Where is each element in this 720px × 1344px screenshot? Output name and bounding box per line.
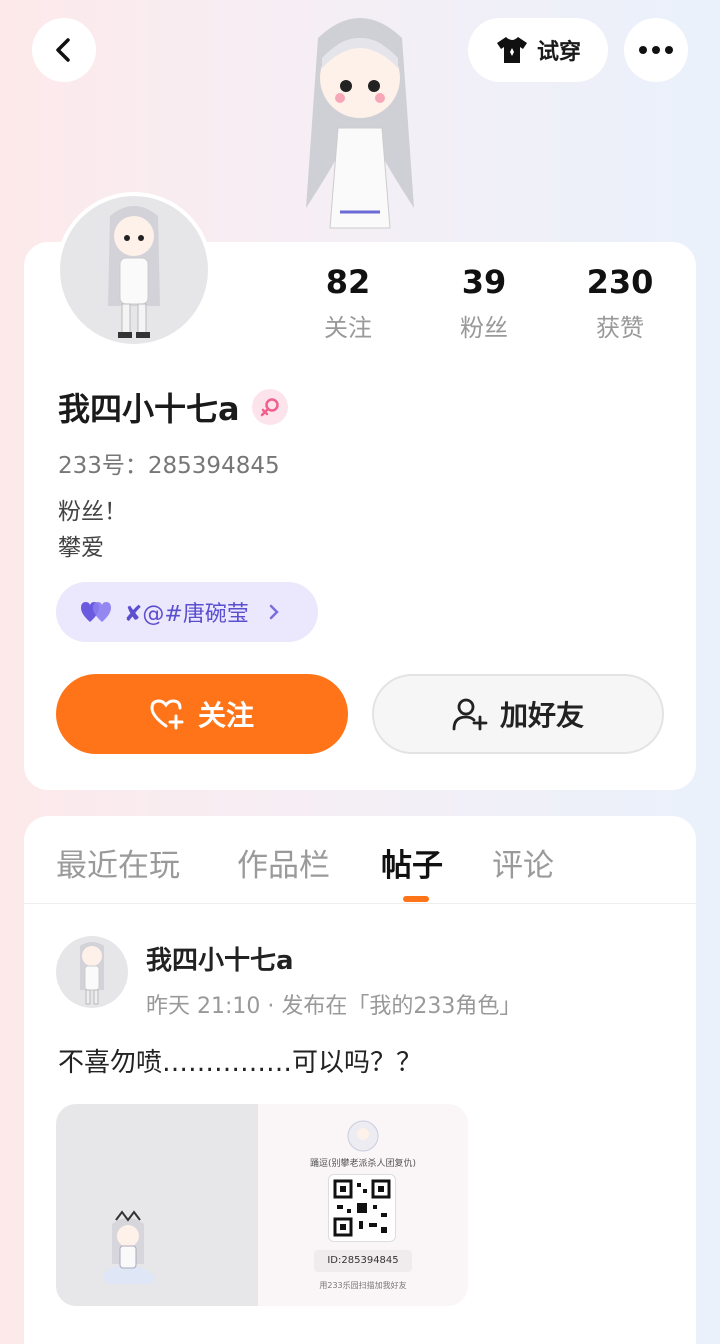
- heart-pair-icon: [81, 602, 111, 622]
- username-row: 我四小十七a: [58, 384, 288, 430]
- post-image-character: [56, 1104, 258, 1306]
- stat-following[interactable]: 82 关注: [280, 262, 416, 343]
- stat-likes-value: 230: [586, 263, 654, 301]
- stat-fans-value: 39: [461, 263, 507, 301]
- user-id: 233号：285394845: [58, 453, 280, 479]
- add-user-icon: [452, 698, 488, 731]
- tshirt-icon: [496, 37, 527, 63]
- bio-line: 粉丝！: [58, 499, 127, 525]
- tab-posts[interactable]: 帖子: [381, 840, 443, 885]
- avatar[interactable]: [56, 192, 212, 348]
- avatar-3d-figure: [288, 8, 432, 244]
- more-button[interactable]: [624, 18, 688, 82]
- try-on-button[interactable]: 试穿: [468, 18, 608, 82]
- tab-comments[interactable]: 评论: [492, 840, 554, 885]
- heart-plus-icon: [150, 699, 184, 730]
- qr-hint: 用233乐园扫描加我好友: [319, 1281, 407, 1290]
- post-image[interactable]: 踊逗(别攀老派杀人团复仇) ID:285394845 用233乐园扫描加我好友: [56, 1104, 468, 1306]
- stat-fans-label: 粉丝: [460, 314, 508, 342]
- username: 我四小十七a: [58, 390, 240, 428]
- post-author-name[interactable]: 我四小十七a: [146, 940, 294, 977]
- active-tab-indicator: [403, 896, 429, 902]
- cp-tag-label: ✘@#唐碗莹: [124, 602, 249, 627]
- add-friend-label: 加好友: [499, 699, 584, 732]
- post-text[interactable]: 不喜勿喷……………可以吗？？: [58, 1042, 422, 1079]
- add-friend-button[interactable]: 加好友: [372, 674, 664, 754]
- stat-fans[interactable]: 39 粉丝: [416, 262, 552, 343]
- stats-row: 82 关注 39 粉丝 230 获赞: [280, 262, 688, 343]
- post-author-avatar[interactable]: [56, 936, 128, 1008]
- chevron-left-icon: [56, 38, 70, 62]
- tab-bar: 最近在玩 作品栏 帖子 评论: [24, 816, 696, 904]
- stat-following-label: 关注: [324, 314, 372, 342]
- female-icon: [251, 389, 288, 425]
- back-button[interactable]: [32, 18, 96, 82]
- tab-recent-play[interactable]: 最近在玩: [56, 840, 180, 885]
- follow-label: 关注: [197, 699, 254, 732]
- more-dots-icon: [639, 46, 673, 54]
- post-image-qr-card: 踊逗(别攀老派杀人团复仇) ID:285394845 用233乐园扫描加我好友: [258, 1104, 468, 1306]
- stat-likes[interactable]: 230 获赞: [552, 262, 688, 343]
- stat-following-value: 82: [325, 263, 371, 301]
- cp-relationship-tag[interactable]: ✘@#唐碗莹: [56, 582, 318, 642]
- qr-title: 踊逗(别攀老派杀人团复仇): [309, 1159, 417, 1169]
- stat-likes-label: 获赞: [596, 314, 644, 342]
- try-on-label: 试穿: [536, 40, 581, 65]
- chevron-right-icon: [269, 604, 279, 620]
- qr-code: [328, 1174, 396, 1242]
- bio-line: 攀爱: [58, 535, 104, 561]
- qr-id: ID:285394845: [314, 1250, 412, 1272]
- tab-works[interactable]: 作品栏: [237, 840, 330, 885]
- follow-button[interactable]: 关注: [56, 674, 348, 754]
- bio: 粉丝！ 攀爱: [58, 494, 127, 566]
- post-meta: 昨天 21:10 · 发布在「我的233角色」: [146, 994, 522, 1019]
